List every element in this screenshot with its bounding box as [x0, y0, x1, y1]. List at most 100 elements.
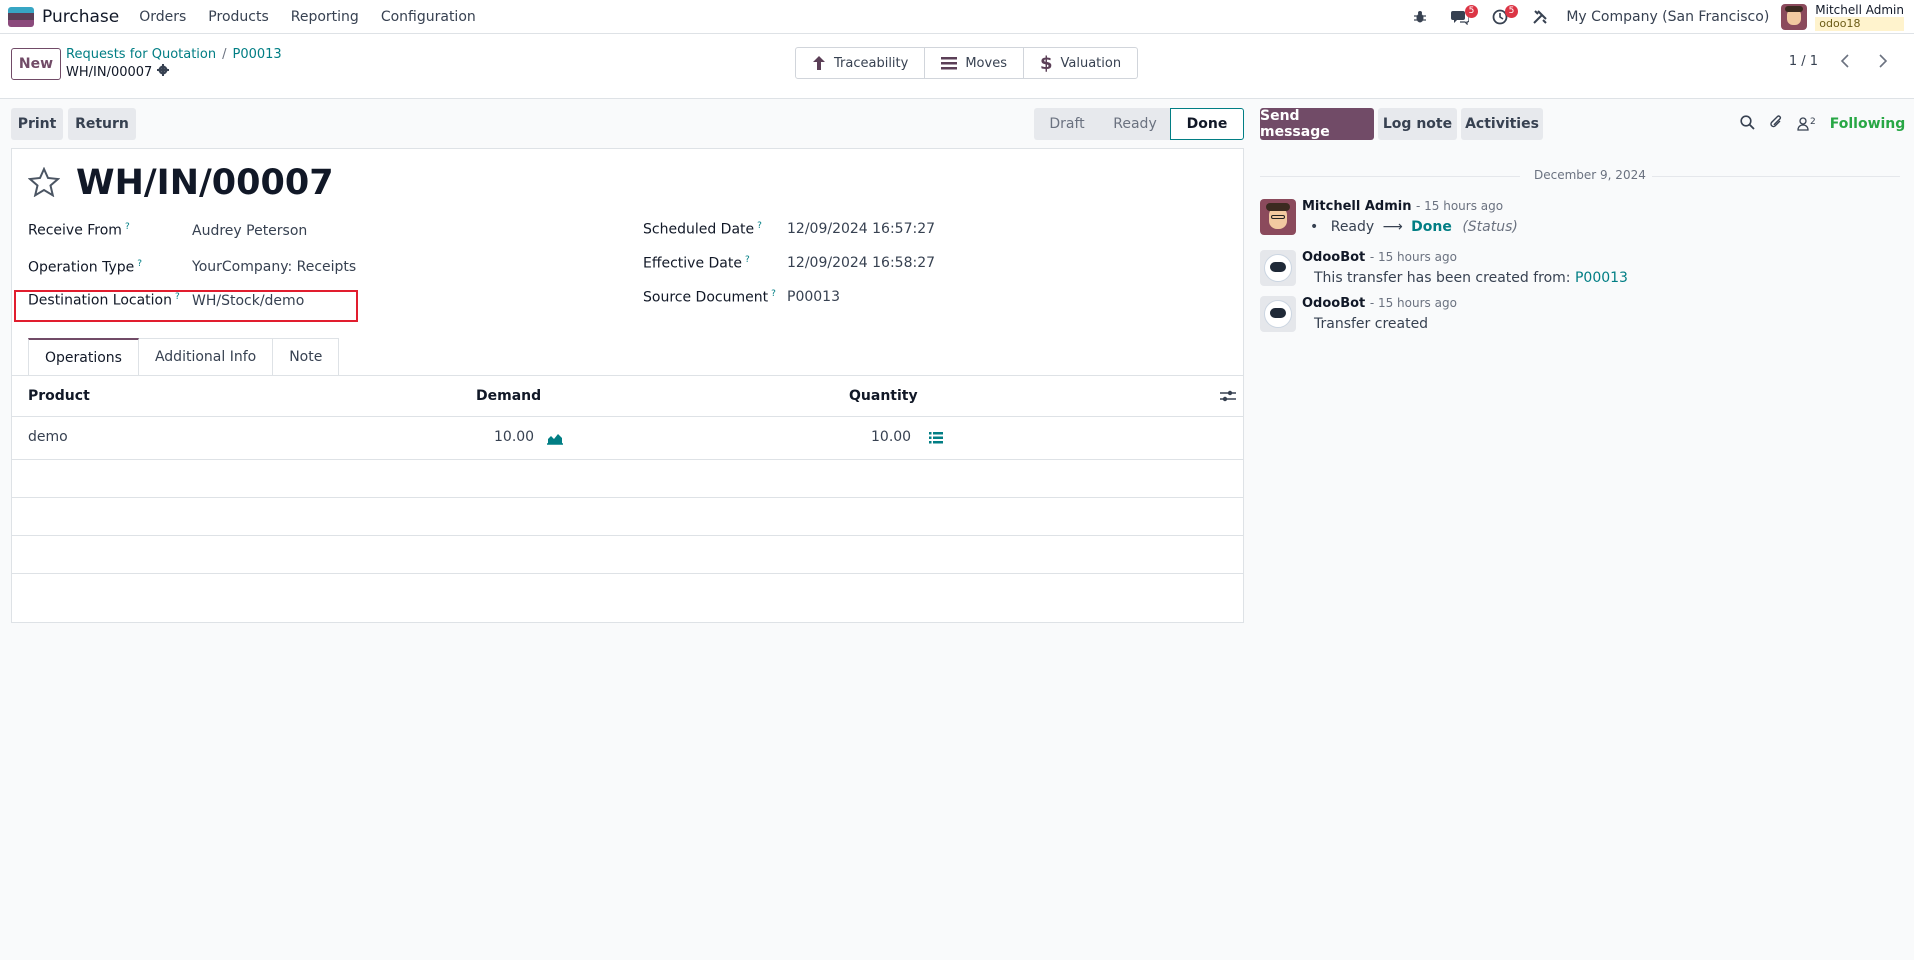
log-note-button[interactable]: Log note: [1378, 108, 1457, 140]
breadcrumb-po[interactable]: P00013: [233, 47, 282, 62]
operation-type-value[interactable]: YourCompany: Receipts: [192, 259, 356, 275]
status-ready[interactable]: Ready: [1100, 108, 1170, 140]
user-menu[interactable]: Mitchell Admin odoo18: [1815, 3, 1904, 31]
user-name: Mitchell Admin: [1815, 3, 1904, 17]
message-item: OdooBot - 15 hours ago Transfer created: [1260, 296, 1900, 334]
help-icon[interactable]: ?: [137, 259, 142, 269]
menu-reporting[interactable]: Reporting: [291, 9, 359, 25]
author-name[interactable]: OdooBot: [1302, 250, 1365, 265]
message-body: This transfer has been created from: P00…: [1314, 270, 1628, 286]
date-separator: December 9, 2024: [1260, 168, 1900, 184]
receive-from-label: Receive From?: [28, 222, 130, 239]
return-button[interactable]: Return: [68, 108, 136, 140]
new-button[interactable]: New: [11, 48, 61, 80]
paperclip-icon[interactable]: [1769, 114, 1783, 134]
cell-product: demo: [28, 429, 68, 445]
chatter-topbar-icons: 2 Following: [1740, 108, 1905, 140]
odoobot-avatar[interactable]: [1260, 296, 1296, 332]
empty-row: [12, 498, 1243, 536]
database-badge: odoo18: [1815, 17, 1904, 31]
cell-quantity: 10.00: [871, 429, 912, 445]
activities-button[interactable]: Activities: [1461, 108, 1543, 140]
user-icon: [1797, 117, 1809, 131]
detailed-operations-list-icon[interactable]: [929, 431, 943, 449]
author-name[interactable]: Mitchell Admin: [1302, 199, 1411, 214]
message-item: Mitchell Admin - 15 hours ago • Ready ⟶ …: [1260, 199, 1900, 241]
status-bar: Draft Ready Done: [1034, 108, 1244, 140]
search-icon[interactable]: [1740, 114, 1755, 134]
star-icon[interactable]: [27, 166, 61, 201]
messages-icon[interactable]: 5: [1446, 0, 1479, 34]
optional-columns-icon[interactable]: [1220, 389, 1236, 407]
following-toggle[interactable]: Following: [1830, 116, 1906, 132]
messages-badge: 5: [1464, 5, 1479, 18]
message-time: - 15 hours ago: [1369, 296, 1457, 310]
purchase-app-icon[interactable]: [8, 6, 34, 27]
receive-from-value[interactable]: Audrey Peterson: [192, 223, 307, 239]
table-row[interactable]: demo 10.00 10.00: [12, 418, 1243, 460]
tab-operations[interactable]: Operations: [28, 338, 139, 376]
source-document-value[interactable]: P00013: [787, 289, 840, 305]
source-document-link[interactable]: P00013: [1575, 270, 1628, 286]
help-icon[interactable]: ?: [175, 292, 180, 302]
empty-row: [12, 460, 1243, 498]
message-time: - 15 hours ago: [1415, 199, 1504, 213]
tab-note[interactable]: Note: [273, 338, 340, 376]
send-message-button[interactable]: Send message: [1260, 108, 1374, 140]
current-record: WH/IN/00007: [66, 64, 170, 80]
arrow-up-icon: [813, 56, 825, 70]
column-demand[interactable]: Demand: [476, 388, 541, 404]
followers-button[interactable]: 2: [1797, 117, 1816, 131]
followers-count: 2: [1810, 117, 1816, 127]
valuation-button[interactable]: $ Valuation: [1024, 48, 1137, 78]
pager: 1 / 1: [1789, 50, 1894, 72]
app-name[interactable]: Purchase: [42, 7, 119, 27]
column-quantity[interactable]: Quantity: [849, 388, 918, 404]
status-done[interactable]: Done: [1170, 108, 1244, 140]
pager-value[interactable]: 1 / 1: [1789, 54, 1818, 69]
settings-tools-icon[interactable]: [1526, 0, 1554, 34]
help-icon[interactable]: ?: [771, 289, 776, 299]
menu-orders[interactable]: Orders: [139, 9, 186, 25]
tracking-change: • Ready ⟶ Done (Status): [1310, 219, 1518, 235]
message-time: - 15 hours ago: [1369, 250, 1457, 264]
arrow-right-icon: ⟶: [1382, 219, 1403, 235]
table-header: Product Demand Quantity: [12, 377, 1243, 417]
chevron-left-icon[interactable]: [1834, 50, 1856, 72]
user-avatar[interactable]: [1781, 4, 1808, 30]
destination-location-value[interactable]: WH/Stock/demo: [192, 293, 304, 309]
odoobot-avatar[interactable]: [1260, 250, 1296, 286]
new-value: Done: [1411, 219, 1452, 235]
status-draft[interactable]: Draft: [1034, 108, 1100, 140]
menu-products[interactable]: Products: [208, 9, 268, 25]
moves-button[interactable]: Moves: [925, 48, 1024, 78]
message-body: Transfer created: [1314, 316, 1429, 332]
author-name[interactable]: OdooBot: [1302, 296, 1365, 311]
empty-row: [12, 536, 1243, 574]
breadcrumb: Requests for Quotation / P00013: [66, 47, 282, 62]
record-name: WH/IN/00007: [66, 64, 153, 80]
menu-configuration[interactable]: Configuration: [381, 9, 476, 25]
traceability-button[interactable]: Traceability: [796, 48, 926, 78]
print-button[interactable]: Print: [11, 108, 63, 140]
effective-date-value[interactable]: 12/09/2024 16:58:27: [787, 255, 935, 271]
forecast-chart-icon[interactable]: [547, 431, 563, 449]
date-label: December 9, 2024: [1528, 168, 1652, 182]
scheduled-date-label: Scheduled Date?: [643, 221, 762, 238]
smart-buttons: Traceability Moves $ Valuation: [795, 47, 1139, 79]
scheduled-date-value[interactable]: 12/09/2024 16:57:27: [787, 221, 935, 237]
column-product[interactable]: Product: [28, 388, 90, 404]
debug-bug-icon[interactable]: [1406, 0, 1434, 34]
help-icon[interactable]: ?: [125, 222, 130, 232]
breadcrumb-rfq[interactable]: Requests for Quotation: [66, 47, 216, 62]
gear-icon[interactable]: [157, 64, 170, 80]
company-switcher[interactable]: My Company (San Francisco): [1566, 9, 1769, 25]
help-icon[interactable]: ?: [745, 255, 750, 265]
help-icon[interactable]: ?: [757, 221, 762, 231]
chevron-right-icon[interactable]: [1872, 50, 1894, 72]
activities-clock-icon[interactable]: 5: [1486, 0, 1519, 34]
notebook-tabs: Operations Additional Info Note: [28, 338, 340, 376]
author-avatar[interactable]: [1260, 199, 1296, 235]
old-value: Ready: [1330, 219, 1375, 235]
tab-additional-info[interactable]: Additional Info: [138, 338, 274, 376]
